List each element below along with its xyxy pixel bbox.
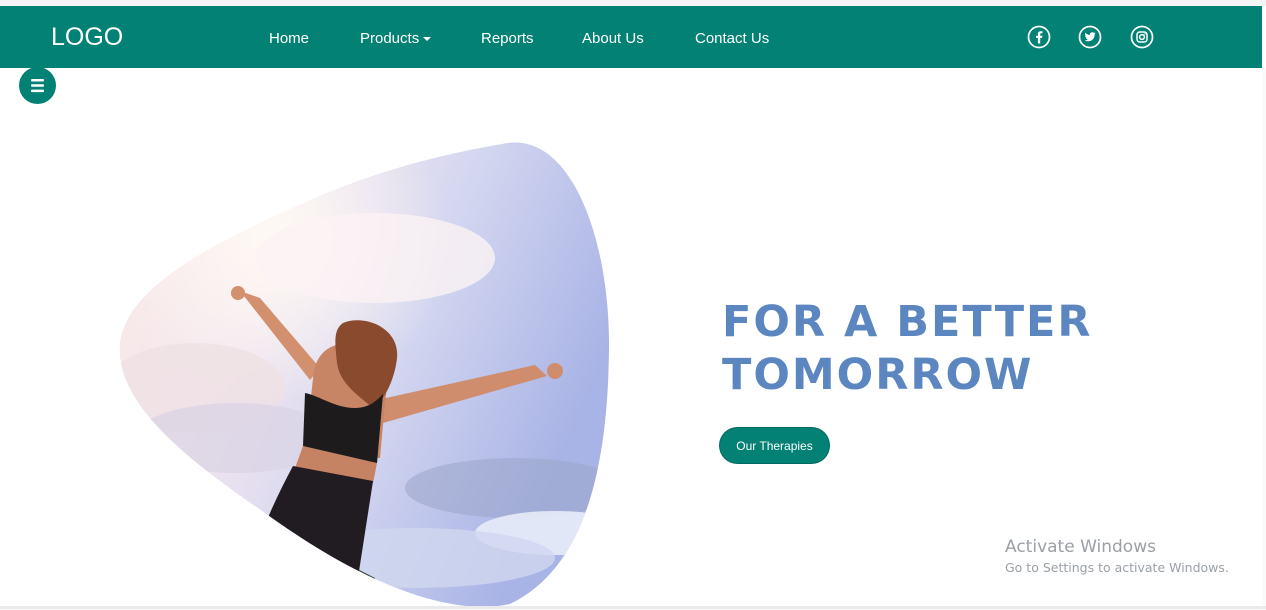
headline-line-2: TOMORROW xyxy=(722,350,1034,400)
nav-products[interactable]: Products xyxy=(360,30,432,47)
scrollbar[interactable] xyxy=(1262,68,1266,609)
nav-products-label: Products xyxy=(360,30,420,47)
our-therapies-button[interactable]: Our Therapies xyxy=(720,428,829,463)
instagram-icon[interactable] xyxy=(1130,25,1154,49)
windows-activation-watermark: Activate Windows Go to Settings to activ… xyxy=(1005,537,1229,575)
twitter-icon[interactable] xyxy=(1078,25,1102,49)
hero-image xyxy=(119,142,610,607)
logo[interactable]: LOGO xyxy=(51,23,123,52)
watermark-title: Activate Windows xyxy=(1005,537,1156,557)
hero-headline: FOR A BETTER TOMORROW xyxy=(722,296,1142,402)
main-navbar: LOGO Home Products Reports About Us Cont… xyxy=(0,6,1262,68)
headline-line-1: FOR A BETTER xyxy=(722,297,1093,347)
caret-down-icon xyxy=(423,37,432,41)
nav-reports[interactable]: Reports xyxy=(481,30,534,47)
menu-toggle-button[interactable] xyxy=(19,67,56,104)
nav-contact-us[interactable]: Contact Us xyxy=(695,30,769,47)
facebook-icon[interactable] xyxy=(1027,25,1051,49)
watermark-subtitle: Go to Settings to activate Windows. xyxy=(1005,560,1229,575)
nav-about-us[interactable]: About Us xyxy=(582,30,644,47)
nav-home[interactable]: Home xyxy=(269,30,309,47)
hamburger-icon xyxy=(31,79,44,93)
